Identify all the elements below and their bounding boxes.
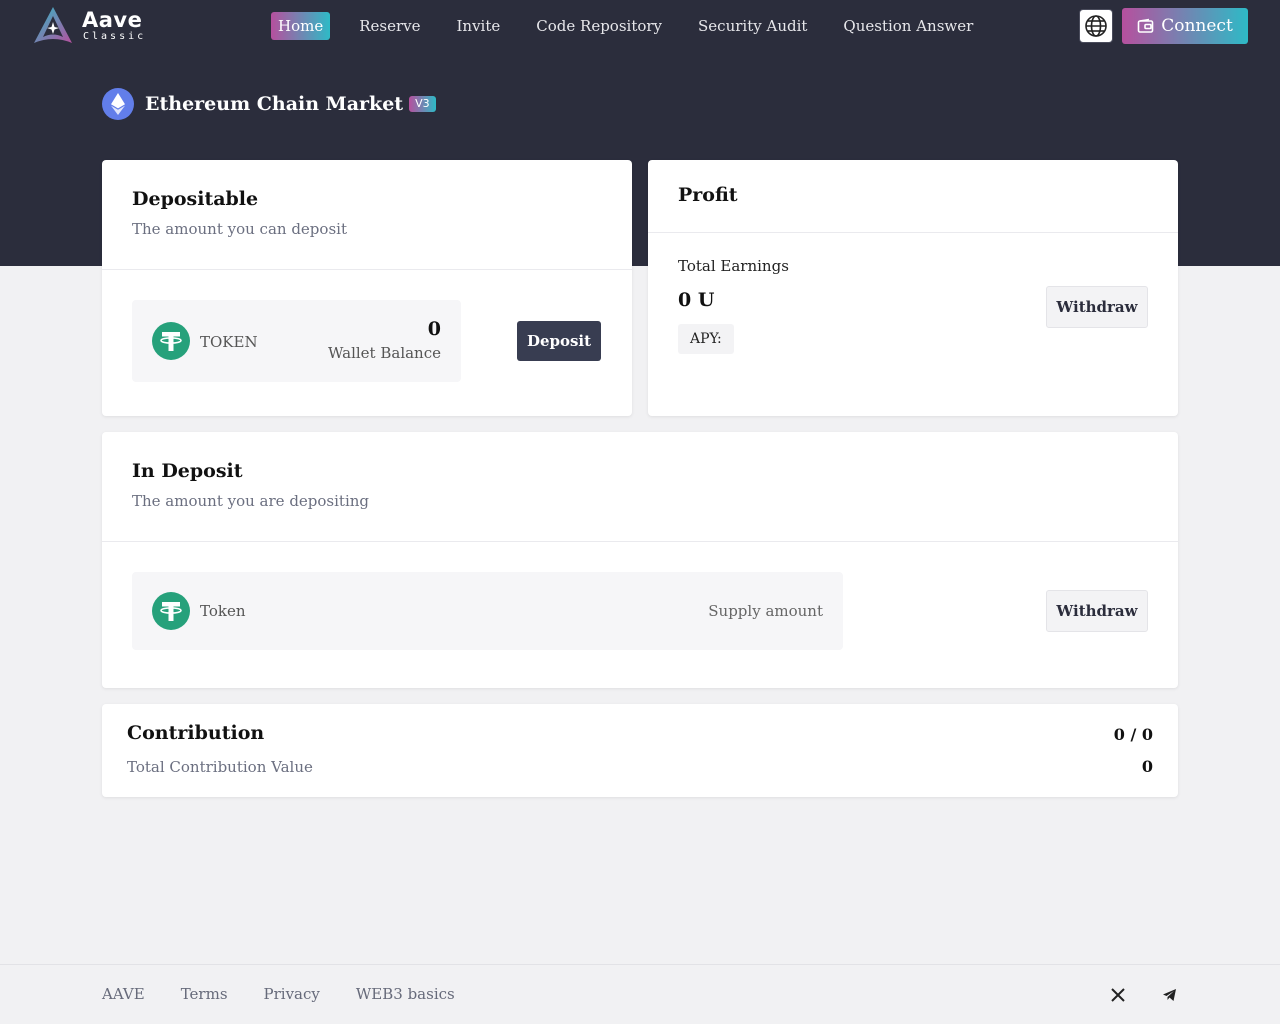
- wallet-token-row: TOKEN 0 Wallet Balance: [132, 300, 461, 382]
- supply-amount-label: Supply amount: [708, 602, 823, 620]
- total-earnings-label: Total Earnings: [678, 257, 789, 275]
- profit-title: Profit: [678, 184, 738, 206]
- nav-code-repository[interactable]: Code Repository: [529, 12, 669, 40]
- depositable-title: Depositable: [132, 188, 259, 210]
- nav-question-answer[interactable]: Question Answer: [836, 12, 980, 40]
- depositable-card-header: Depositable The amount you can deposit: [102, 160, 632, 270]
- footer-link-terms[interactable]: Terms: [181, 985, 228, 1003]
- language-button[interactable]: [1079, 9, 1113, 43]
- profit-card-header: Profit: [648, 160, 1178, 233]
- deposit-button[interactable]: Deposit: [517, 321, 601, 361]
- main-nav: Home Reserve Invite Code Repository Secu…: [271, 12, 1002, 40]
- wallet-icon: [1137, 18, 1154, 33]
- market-title: Ethereum Chain Market: [145, 93, 404, 115]
- deposit-token-row: Token Supply amount: [132, 572, 843, 650]
- brand-subtitle: Classic: [83, 31, 147, 42]
- token-label: Token: [200, 602, 246, 620]
- market-header: Ethereum Chain Market V3: [102, 88, 436, 120]
- total-earnings-value: 0 U: [678, 289, 715, 311]
- aave-logo-icon: [34, 7, 72, 43]
- profit-card: Profit Total Earnings 0 U APY: Withdraw: [648, 160, 1178, 416]
- footer-link-web3-basics[interactable]: WEB3 basics: [356, 985, 455, 1003]
- connect-label: Connect: [1161, 16, 1233, 36]
- in-deposit-subtitle: The amount you are depositing: [132, 492, 370, 510]
- deposit-withdraw-button[interactable]: Withdraw: [1046, 590, 1148, 632]
- wallet-balance-label: Wallet Balance: [328, 344, 441, 362]
- contribution-value: 0: [1141, 757, 1153, 776]
- brand-logo[interactable]: Aave Classic: [32, 5, 152, 47]
- footer-links: AAVE Terms Privacy WEB3 basics: [102, 985, 491, 1003]
- contribution-title: Contribution: [127, 722, 265, 744]
- nav-home[interactable]: Home: [271, 12, 331, 40]
- contribution-card: Contribution Total Contribution Value 0 …: [102, 704, 1178, 797]
- in-deposit-card: In Deposit The amount you are depositing…: [102, 432, 1178, 688]
- globe-icon: [1085, 15, 1107, 37]
- footer-link-aave[interactable]: AAVE: [102, 985, 145, 1003]
- telegram-icon[interactable]: [1159, 985, 1179, 1005]
- wallet-balance-value: 0: [427, 318, 441, 340]
- connect-wallet-button[interactable]: Connect: [1122, 8, 1248, 44]
- x-icon[interactable]: [1108, 985, 1128, 1005]
- nav-reserve[interactable]: Reserve: [352, 12, 427, 40]
- nav-security-audit[interactable]: Security Audit: [691, 12, 814, 40]
- profit-withdraw-button[interactable]: Withdraw: [1046, 286, 1148, 328]
- tether-icon: [152, 322, 190, 360]
- apy-label: APY:: [678, 324, 734, 354]
- nav-invite[interactable]: Invite: [450, 12, 508, 40]
- depositable-subtitle: The amount you can deposit: [132, 220, 347, 238]
- footer-link-privacy[interactable]: Privacy: [264, 985, 320, 1003]
- in-deposit-title: In Deposit: [132, 460, 243, 482]
- contribution-ratio: 0 / 0: [1113, 725, 1153, 744]
- footer: AAVE Terms Privacy WEB3 basics: [0, 964, 1280, 1024]
- ethereum-icon: [102, 88, 134, 120]
- version-badge: V3: [409, 96, 436, 112]
- top-navigation-bar: Aave Classic Home Reserve Invite Code Re…: [0, 0, 1280, 52]
- tether-icon: [152, 592, 190, 630]
- token-label: TOKEN: [200, 333, 258, 351]
- brand-name: Aave: [82, 8, 143, 32]
- depositable-card: Depositable The amount you can deposit T…: [102, 160, 632, 416]
- contribution-subtitle: Total Contribution Value: [127, 758, 313, 776]
- in-deposit-card-header: In Deposit The amount you are depositing: [102, 432, 1178, 542]
